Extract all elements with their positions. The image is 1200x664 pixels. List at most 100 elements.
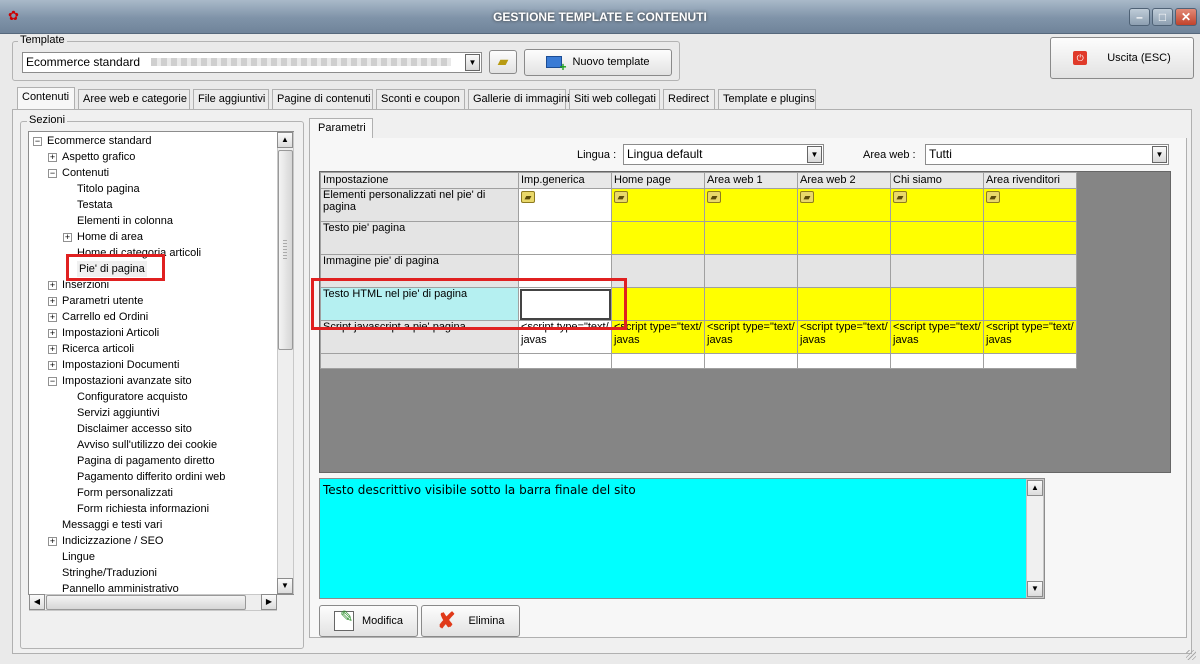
grid-cell[interactable]: ▰ bbox=[890, 188, 984, 222]
exit-button[interactable]: ⏻ Uscita (ESC) bbox=[1050, 37, 1194, 79]
grid-cell[interactable] bbox=[518, 221, 612, 255]
settings-table[interactable]: Impostazione Imp.generica Home page Area we… bbox=[320, 172, 1077, 369]
grid-cell[interactable]: ▰ bbox=[983, 188, 1077, 222]
column-header[interactable]: Area web 1 bbox=[704, 172, 798, 189]
tree-item[interactable]: Lingue bbox=[62, 549, 95, 565]
tree-item[interactable]: Servizi aggiuntivi bbox=[77, 405, 160, 421]
elimina-button[interactable]: ✘ Elimina bbox=[421, 605, 520, 637]
tree-item[interactable]: Impostazioni avanzate sito bbox=[62, 373, 192, 389]
open-folder-button[interactable]: ▰ bbox=[489, 50, 517, 74]
grid-cell[interactable] bbox=[890, 221, 984, 255]
lingua-select[interactable]: Lingua default ▼ bbox=[623, 144, 824, 165]
table-row-empty[interactable] bbox=[320, 353, 1077, 369]
grid-cell[interactable] bbox=[704, 254, 798, 288]
area-web-select[interactable]: Tutti ▼ bbox=[925, 144, 1169, 165]
grid-cell[interactable]: <script type="text/javas bbox=[983, 320, 1077, 354]
column-header[interactable]: Chi siamo bbox=[890, 172, 984, 189]
expand-icon[interactable]: + bbox=[48, 329, 57, 338]
column-header[interactable]: Area web 2 bbox=[797, 172, 891, 189]
expand-icon[interactable]: + bbox=[63, 233, 72, 242]
chevron-down-icon[interactable]: ▼ bbox=[807, 146, 822, 163]
tree-item[interactable]: Form personalizzati bbox=[77, 485, 173, 501]
grid-cell[interactable]: ▰ bbox=[611, 188, 705, 222]
grid-cell[interactable] bbox=[983, 287, 1077, 321]
close-window-button[interactable]: ✕ bbox=[1175, 8, 1197, 26]
tab-aree-web-e-categorie[interactable]: Aree web e categorie bbox=[78, 89, 190, 109]
tree-item[interactable]: Ricerca articoli bbox=[62, 341, 134, 357]
tree-item[interactable]: Impostazioni Articoli bbox=[62, 325, 159, 341]
tree-item[interactable]: Testata bbox=[77, 197, 112, 213]
tree-item[interactable]: Avviso sull'utilizzo dei cookie bbox=[77, 437, 217, 453]
tree-item[interactable]: Messaggi e testi vari bbox=[62, 517, 162, 533]
row-label[interactable]: Testo pie' pagina bbox=[320, 221, 519, 255]
splitter-grip[interactable] bbox=[283, 240, 287, 260]
grid-cell[interactable] bbox=[704, 353, 798, 369]
tree-item[interactable]: Stringhe/Traduzioni bbox=[62, 565, 157, 581]
grid-cell[interactable] bbox=[797, 254, 891, 288]
grid-cell[interactable]: ▰ bbox=[797, 188, 891, 222]
new-template-button[interactable]: + Nuovo template bbox=[524, 49, 672, 76]
expand-icon[interactable]: + bbox=[48, 313, 57, 322]
tree-item[interactable]: Pagamento differito ordini web bbox=[77, 469, 225, 485]
folder-icon[interactable]: ▰ bbox=[614, 191, 628, 203]
maximize-button[interactable]: □ bbox=[1152, 8, 1173, 26]
grid-cell[interactable] bbox=[611, 221, 705, 255]
collapse-icon[interactable]: − bbox=[48, 377, 57, 386]
tree-item[interactable]: Form richiesta informazioni bbox=[77, 501, 209, 517]
description-textarea[interactable]: Testo descrittivo visibile sotto la barr… bbox=[319, 478, 1045, 599]
row-label[interactable]: Elementi personalizzati nel pie' di pagi… bbox=[320, 188, 519, 222]
tab-gallerie-di-immagini[interactable]: Gallerie di immagini bbox=[468, 89, 570, 109]
tab-redirect[interactable]: Redirect bbox=[663, 89, 715, 109]
resize-grip[interactable] bbox=[1186, 650, 1196, 660]
tree-hscroll-thumb[interactable] bbox=[46, 595, 246, 610]
tree-item[interactable]: Indicizzazione / SEO bbox=[62, 533, 164, 549]
grid-cell[interactable] bbox=[797, 353, 891, 369]
tree-item[interactable]: Contenuti bbox=[62, 165, 109, 181]
table-row[interactable]: Testo pie' pagina bbox=[320, 221, 1077, 255]
folder-icon[interactable]: ▰ bbox=[707, 191, 721, 203]
scroll-down-icon[interactable]: ▼ bbox=[277, 578, 293, 594]
tree-item[interactable]: Home di area bbox=[77, 229, 143, 245]
sections-tree[interactable]: − Ecommerce standard + Aspetto grafico − Cont… bbox=[28, 131, 294, 595]
tree-item[interactable]: Aspetto grafico bbox=[62, 149, 135, 165]
tree-item[interactable]: Pannello amministrativo bbox=[62, 581, 179, 594]
tree-item[interactable]: Elementi in colonna bbox=[77, 213, 173, 229]
tree-item[interactable]: Carrello ed Ordini bbox=[62, 309, 148, 325]
tab-sconti-e-coupon[interactable]: Sconti e coupon bbox=[376, 89, 465, 109]
scroll-left-icon[interactable]: ◀ bbox=[29, 594, 45, 610]
tab-contenuti[interactable]: Contenuti bbox=[17, 87, 75, 110]
tab-parametri[interactable]: Parametri bbox=[309, 118, 373, 139]
grid-cell[interactable] bbox=[983, 221, 1077, 255]
scroll-up-icon[interactable]: ▲ bbox=[1027, 480, 1043, 496]
column-header[interactable]: Imp.generica bbox=[518, 172, 612, 189]
collapse-icon[interactable]: − bbox=[48, 169, 57, 178]
expand-icon[interactable]: + bbox=[48, 297, 57, 306]
collapse-icon[interactable]: − bbox=[33, 137, 42, 146]
folder-icon[interactable]: ▰ bbox=[800, 191, 814, 203]
expand-icon[interactable]: + bbox=[48, 345, 57, 354]
grid-cell[interactable] bbox=[704, 287, 798, 321]
table-row[interactable]: Elementi personalizzati nel pie' di pagi… bbox=[320, 188, 1077, 222]
column-header[interactable]: Area rivenditori bbox=[983, 172, 1077, 189]
grid-cell[interactable] bbox=[611, 353, 705, 369]
expand-icon[interactable]: + bbox=[48, 537, 57, 546]
expand-icon[interactable]: + bbox=[48, 361, 57, 370]
scroll-up-icon[interactable]: ▲ bbox=[277, 132, 293, 148]
chevron-down-icon[interactable]: ▼ bbox=[465, 54, 480, 71]
tab-siti-web-collegati[interactable]: Siti web collegati bbox=[569, 89, 660, 109]
grid-cell[interactable] bbox=[983, 353, 1077, 369]
tree-item[interactable]: Impostazioni Documenti bbox=[62, 357, 179, 373]
grid-cell[interactable] bbox=[890, 353, 984, 369]
scroll-down-icon[interactable]: ▼ bbox=[1027, 581, 1043, 597]
tree-item[interactable]: Ecommerce standard bbox=[47, 133, 152, 149]
grid-cell[interactable]: <script type="text/javas bbox=[704, 320, 798, 354]
tree-item[interactable]: Disclaimer accesso sito bbox=[77, 421, 192, 437]
minimize-button[interactable]: – bbox=[1129, 8, 1150, 26]
grid-cell[interactable]: ▰ bbox=[704, 188, 798, 222]
grid-cell[interactable] bbox=[704, 221, 798, 255]
scroll-right-icon[interactable]: ▶ bbox=[261, 594, 277, 610]
tab-file-aggiuntivi[interactable]: File aggiuntivi bbox=[193, 89, 269, 109]
expand-icon[interactable]: + bbox=[48, 153, 57, 162]
grid-cell[interactable]: <script type="text/javas bbox=[797, 320, 891, 354]
folder-icon[interactable]: ▰ bbox=[521, 191, 535, 203]
